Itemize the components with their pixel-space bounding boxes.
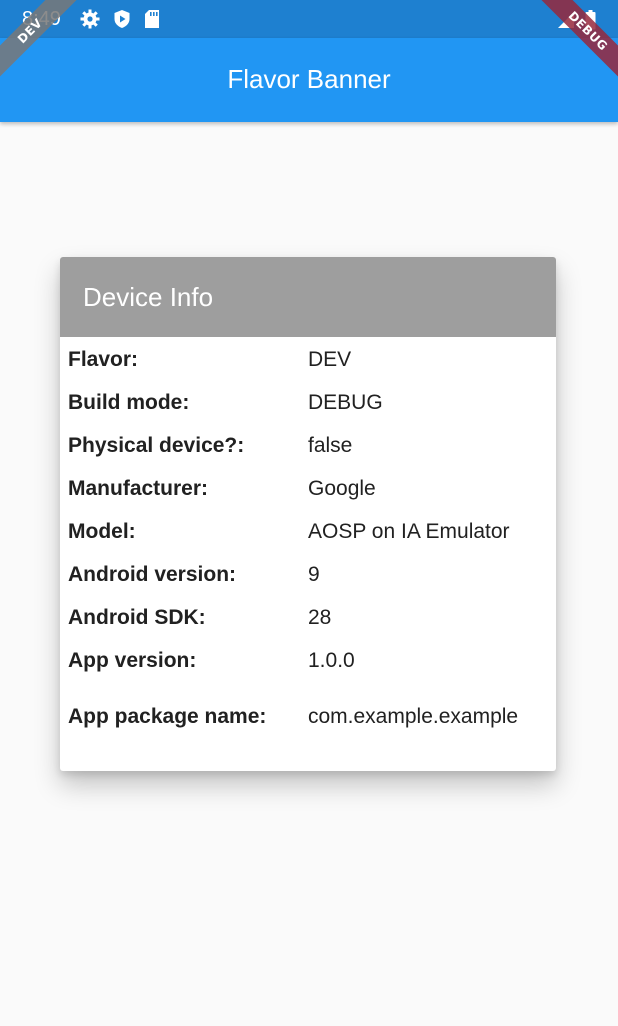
row-label: App version: [68,648,197,672]
row-label: Android version: [68,562,237,586]
row-label: Manufacturer: [68,476,209,500]
row-value: Google [308,476,376,500]
table-row: App package name: com.example.example [60,682,556,752]
status-icons-left [80,9,160,29]
app-screen: 8:49 [0,0,618,1026]
row-value: AOSP on IA Emulator [308,519,510,543]
row-value: false [308,433,353,457]
play-shield-icon [114,10,130,28]
gear-icon [80,9,100,29]
status-bar: 8:49 [0,0,618,38]
table-row: Model: AOSP on IA Emulator [60,510,556,553]
row-label: Physical device?: [68,433,245,457]
card-title: Device Info [60,257,556,337]
table-row: Build mode: DEBUG [60,381,556,424]
table-row: Android version: 9 [60,553,556,596]
row-value: DEV [308,347,352,371]
row-label: Flavor: [68,347,139,371]
sd-card-icon [145,10,159,28]
row-value: com.example.example [308,682,556,752]
app-bar: Flavor Banner [0,38,618,122]
row-value: 9 [308,562,320,586]
row-value: DEBUG [308,390,383,414]
package-name-value: com.example.example [308,705,519,728]
table-row: Manufacturer: Google [60,467,556,510]
row-label: Android SDK: [68,605,206,629]
row-label: Build mode: [68,390,190,414]
row-label: App package name: [68,705,267,728]
row-value: 1.0.0 [308,648,355,672]
table-row: Flavor: DEV [60,338,556,381]
device-info-table: Flavor: DEV Build mode: DEBUG Physical d… [60,338,556,752]
table-row: Physical device?: false [60,424,556,467]
row-label: Model: [68,519,136,543]
table-row: Android SDK: 28 [60,596,556,639]
app-bar-title: Flavor Banner [227,64,391,94]
table-row: App version: 1.0.0 [60,639,556,682]
device-info-card: Device Info Flavor: DEV Build mode: DEBU… [60,257,556,771]
row-value: 28 [308,605,332,629]
